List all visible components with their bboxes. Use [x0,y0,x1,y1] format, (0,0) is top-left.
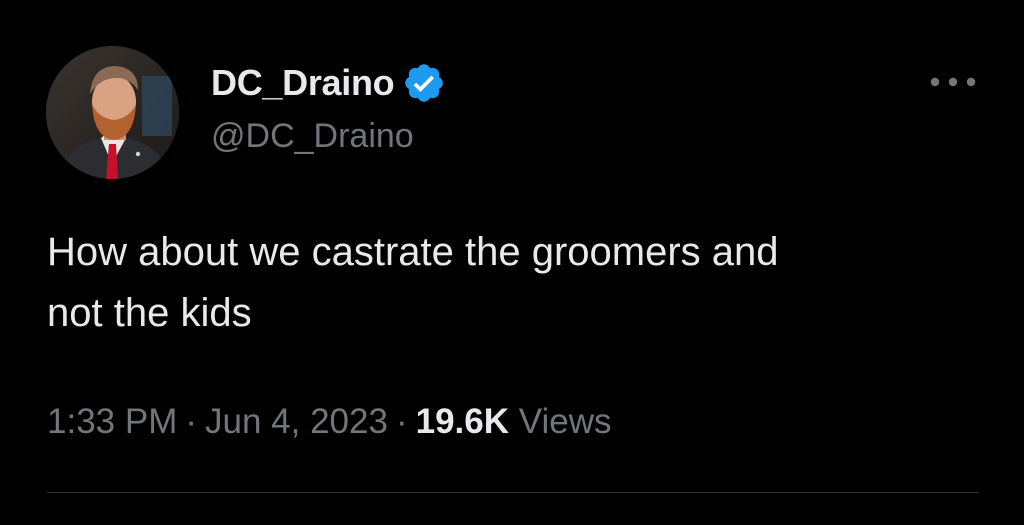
more-horizontal-icon [930,77,976,87]
avatar-photo [46,46,179,179]
author-name-row[interactable]: DC_Draino [211,58,446,108]
tweet-text: How about we castrate the groomers and n… [47,230,779,335]
meta-separator: · [185,402,198,441]
views-count[interactable]: 19.6K [416,402,509,441]
tweet-meta: 1:33 PM · Jun 4, 2023 · 19.6K Views [47,396,611,448]
verified-badge-icon [402,61,446,105]
more-options-button[interactable] [926,62,980,102]
author-display-name[interactable]: DC_Draino [211,58,395,108]
meta-separator: · [395,402,408,441]
author-handle[interactable]: @DC_Draino [211,112,414,160]
tweet-card: DC_Draino @DC_Draino How about we castra… [0,0,1024,525]
views-label: Views [518,402,612,441]
divider [47,492,979,493]
avatar[interactable] [46,46,179,179]
tweet-time[interactable]: 1:33 PM [47,402,177,441]
tweet-date[interactable]: Jun 4, 2023 [205,402,388,441]
